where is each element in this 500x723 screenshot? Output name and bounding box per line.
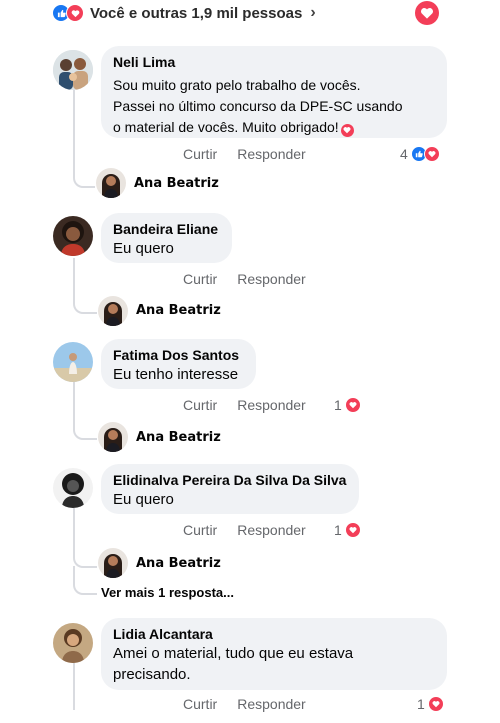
love-icon <box>66 4 84 22</box>
like-button[interactable]: Curtir <box>183 522 217 538</box>
reaction-count[interactable]: 4 <box>400 146 440 162</box>
avatar[interactable] <box>53 216 93 256</box>
comment-actions: Curtir Responder <box>183 271 306 287</box>
thread-line <box>73 382 75 416</box>
reply-author[interactable]: Ana Beatriz <box>136 556 221 571</box>
comment-author[interactable]: Bandeira Eliane <box>113 220 220 238</box>
avatar[interactable] <box>53 342 93 382</box>
thread-elbow <box>73 286 97 314</box>
love-icon <box>344 522 361 538</box>
comment-text-line: Passei no último concurso da DPE-SC usan… <box>113 98 403 114</box>
chevron-right-icon: › <box>310 4 316 21</box>
comment-author[interactable]: Neli Lima <box>113 53 435 71</box>
reaction-count[interactable]: 1 <box>334 397 361 413</box>
reply-author[interactable]: Ana Beatriz <box>134 176 219 191</box>
heart-emoji-icon <box>340 123 354 137</box>
reaction-count[interactable]: 1 <box>334 522 361 538</box>
view-more-replies-link[interactable]: Ver mais 1 resposta... <box>101 585 234 600</box>
thread-elbow <box>73 566 97 595</box>
avatar[interactable] <box>98 422 128 452</box>
reaction-count-number: 1 <box>334 522 342 538</box>
like-button[interactable]: Curtir <box>183 146 217 162</box>
comment-bubble: Neli Lima Sou muito grato pelo trabalho … <box>101 46 447 138</box>
reply-button[interactable]: Responder <box>237 397 306 413</box>
comment-actions: Curtir Responder <box>183 696 306 712</box>
thread-line <box>73 90 75 162</box>
comment-bubble: Elidinalva Pereira Da Silva Da Silva Eu … <box>101 464 359 514</box>
like-button[interactable]: Curtir <box>183 271 217 287</box>
love-react-button[interactable] <box>415 1 439 25</box>
love-icon <box>427 696 444 712</box>
comment-actions: Curtir Responder <box>183 146 306 162</box>
reply-author[interactable]: Ana Beatriz <box>136 303 221 318</box>
comment-actions: Curtir Responder <box>183 397 306 413</box>
comment-text: Eu quero <box>113 491 174 508</box>
reaction-summary[interactable]: Você e outras 1,9 mil pessoas › <box>52 2 316 24</box>
reaction-summary-text: Você e outras 1,9 mil pessoas <box>90 4 303 22</box>
thread-elbow <box>73 546 97 568</box>
reaction-count-number: 1 <box>334 397 342 413</box>
comment-text: Eu quero <box>113 240 174 257</box>
thread-elbow <box>73 414 97 440</box>
comment-author[interactable]: Fatima Dos Santos <box>113 346 244 364</box>
comment-text-line: Amei o material, tudo que eu estava <box>113 645 354 662</box>
comment-bubble: Fatima Dos Santos Eu tenho interesse <box>101 339 256 389</box>
reaction-count-number: 1 <box>417 696 425 712</box>
reply-button[interactable]: Responder <box>237 146 306 162</box>
avatar[interactable] <box>98 548 128 578</box>
like-button[interactable]: Curtir <box>183 696 217 712</box>
avatar[interactable] <box>98 296 128 326</box>
thread-line <box>73 660 75 710</box>
comment-text-line: o material de vocês. Muito obrigado! <box>113 119 339 135</box>
thread-line <box>73 508 75 548</box>
thread-line <box>73 258 75 288</box>
comment-author[interactable]: Elidinalva Pereira Da Silva Da Silva <box>113 471 347 489</box>
like-button[interactable]: Curtir <box>183 397 217 413</box>
reaction-icons <box>52 4 84 22</box>
avatar[interactable] <box>96 168 126 198</box>
thread-elbow <box>73 160 95 188</box>
reaction-count[interactable]: 1 <box>417 696 444 712</box>
reply-author[interactable]: Ana Beatriz <box>136 430 221 445</box>
love-icon <box>344 397 361 413</box>
avatar[interactable] <box>53 468 93 508</box>
reply-button[interactable]: Responder <box>237 522 306 538</box>
comment-text: Eu tenho interesse <box>113 366 239 383</box>
reply-button[interactable]: Responder <box>237 271 306 287</box>
reaction-count-number: 4 <box>400 146 408 162</box>
comment-bubble: Bandeira Eliane Eu quero <box>101 213 232 263</box>
avatar[interactable] <box>53 50 93 90</box>
avatar[interactable] <box>53 623 93 663</box>
love-icon <box>423 146 440 162</box>
reply-button[interactable]: Responder <box>237 696 306 712</box>
comment-author[interactable]: Lidia Alcantara <box>113 625 435 643</box>
comment-text-line: precisando. <box>113 666 191 683</box>
comment-actions: Curtir Responder <box>183 522 306 538</box>
comment-bubble: Lidia Alcantara Amei o material, tudo qu… <box>101 618 447 690</box>
comment-text-line: Sou muito grato pelo trabalho de vocês. <box>113 77 361 93</box>
